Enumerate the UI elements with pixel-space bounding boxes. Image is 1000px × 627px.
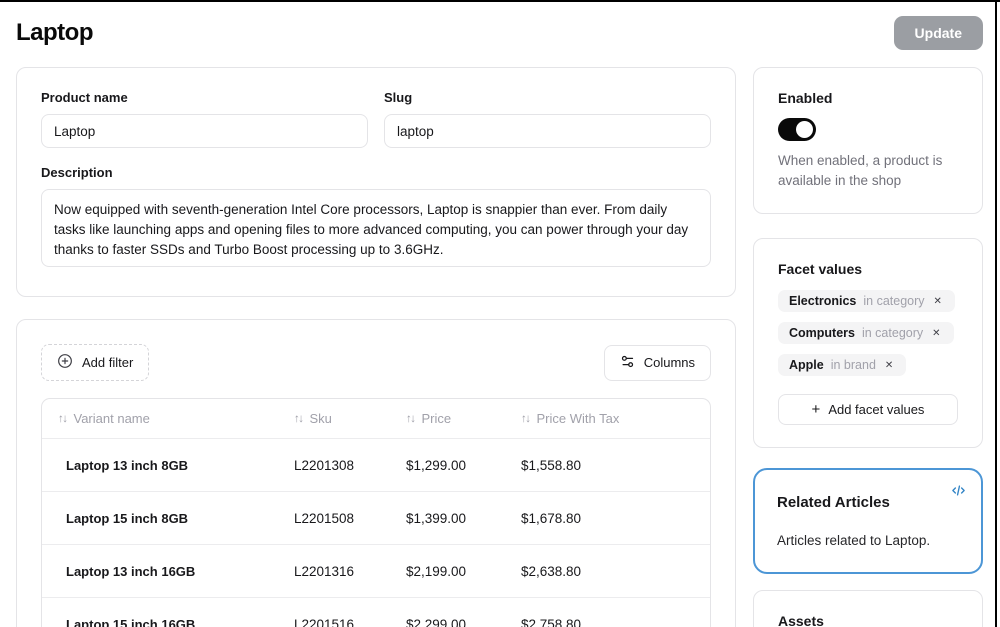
related-articles-description: Articles related to Laptop. [777,533,959,548]
description-label: Description [41,165,711,180]
table-row[interactable]: Laptop 15 inch 16GB L2201516 $2,299.00 $… [42,598,710,627]
cell-variant-name[interactable]: Laptop 13 inch 16GB [42,564,286,579]
header-sku[interactable]: ↑↓ Sku [286,411,398,426]
product-name-label: Product name [41,90,368,105]
cell-sku: L2201508 [286,511,398,526]
sort-icon[interactable]: ↑↓ [294,413,303,425]
header-label: Price [422,411,452,426]
plus-icon: + [812,402,821,417]
table-toolbar: Add filter Columns [41,344,711,381]
window-top-border [0,0,1000,2]
sidebar: Enabled When enabled, a product is avail… [753,67,983,627]
cell-price: $1,299.00 [398,458,513,473]
facet-chip-facet: in category [863,294,924,308]
cell-price-with-tax: $2,758.80 [513,617,710,627]
code-block-icon[interactable] [951,483,966,503]
slug-field-group: Slug [384,90,711,148]
table-header-row: ↑↓ Variant name ↑↓ Sku ↑↓ Price ↑↓ [42,399,710,439]
assets-card: Assets [753,590,983,627]
table-row[interactable]: Laptop 13 inch 16GB L2201316 $2,199.00 $… [42,545,710,598]
columns-button[interactable]: Columns [604,345,711,381]
facet-chip-list: Electronics in category ✕ Computers in c… [778,290,958,376]
product-detail-page: Laptop Update Product name Slug Descrip [0,0,996,627]
facet-values-card: Facet values Electronics in category ✕ C… [753,238,983,448]
assets-title: Assets [778,613,958,627]
page-header: Laptop Update [16,13,983,53]
add-filter-label: Add filter [82,355,133,370]
main-column: Product name Slug Description Now equipp… [16,67,736,627]
facet-chip-facet: in brand [831,358,876,372]
cell-variant-name[interactable]: Laptop 15 inch 8GB [42,511,286,526]
facet-values-title: Facet values [778,261,958,277]
cell-sku: L2201316 [286,564,398,579]
sort-icon[interactable]: ↑↓ [406,413,415,425]
circle-plus-icon [57,353,73,372]
slug-input[interactable] [384,114,711,148]
facet-chip-value: Electronics [789,294,856,308]
table-row[interactable]: Laptop 15 inch 8GB L2201508 $1,399.00 $1… [42,492,710,545]
enabled-toggle[interactable] [778,118,816,141]
related-articles-title: Related Articles [777,494,959,511]
cell-variant-name[interactable]: Laptop 15 inch 16GB [42,617,286,627]
header-price[interactable]: ↑↓ Price [398,411,513,426]
table-row[interactable]: Laptop 13 inch 8GB L2201308 $1,299.00 $1… [42,439,710,492]
update-button[interactable]: Update [894,16,983,50]
add-filter-button[interactable]: Add filter [41,344,149,381]
facet-chip-value: Computers [789,326,855,340]
description-field-group: Description Now equipped with seventh-ge… [41,165,711,272]
cell-price: $1,399.00 [398,511,513,526]
variants-card: Add filter Columns [16,319,736,627]
facet-chip-facet: in category [862,326,923,340]
facet-chip: Computers in category ✕ [778,322,954,344]
sort-icon[interactable]: ↑↓ [521,413,530,425]
facet-chip: Electronics in category ✕ [778,290,955,312]
enabled-description: When enabled, a product is available in … [778,151,958,191]
slug-label: Slug [384,90,711,105]
enabled-title: Enabled [778,90,958,106]
column-settings-icon [620,354,635,372]
related-articles-card: Related Articles Articles related to Lap… [753,468,983,574]
cell-price-with-tax: $1,678.80 [513,511,710,526]
content-layout: Product name Slug Description Now equipp… [16,67,983,627]
header-price-with-tax[interactable]: ↑↓ Price With Tax [513,411,710,426]
cell-sku: L2201516 [286,617,398,627]
remove-facet-icon[interactable]: ✕ [930,327,942,340]
cell-price: $2,299.00 [398,617,513,627]
header-label: Sku [310,411,332,426]
remove-facet-icon[interactable]: ✕ [883,359,895,372]
remove-facet-icon[interactable]: ✕ [932,295,944,308]
product-form-card: Product name Slug Description Now equipp… [16,67,736,297]
cell-variant-name[interactable]: Laptop 13 inch 8GB [42,458,286,473]
header-variant-name[interactable]: ↑↓ Variant name [42,411,286,426]
description-textarea[interactable]: Now equipped with seventh-generation Int… [41,189,711,267]
variants-table: ↑↓ Variant name ↑↓ Sku ↑↓ Price ↑↓ [41,398,711,627]
toggle-knob [796,121,813,138]
facet-chip: Apple in brand ✕ [778,354,906,376]
header-label: Variant name [74,411,150,426]
sort-icon[interactable]: ↑↓ [58,413,67,425]
page-title: Laptop [16,19,93,47]
add-facet-values-label: Add facet values [828,402,924,417]
header-label: Price With Tax [537,411,620,426]
cell-sku: L2201308 [286,458,398,473]
product-name-field-group: Product name [41,90,368,148]
product-name-input[interactable] [41,114,368,148]
cell-price-with-tax: $2,638.80 [513,564,710,579]
name-slug-row: Product name Slug [41,90,711,148]
facet-chip-value: Apple [789,358,824,372]
add-facet-values-button[interactable]: + Add facet values [778,394,958,425]
window-right-border [995,0,997,627]
enabled-card: Enabled When enabled, a product is avail… [753,67,983,214]
columns-label: Columns [644,355,695,370]
cell-price: $2,199.00 [398,564,513,579]
cell-price-with-tax: $1,558.80 [513,458,710,473]
